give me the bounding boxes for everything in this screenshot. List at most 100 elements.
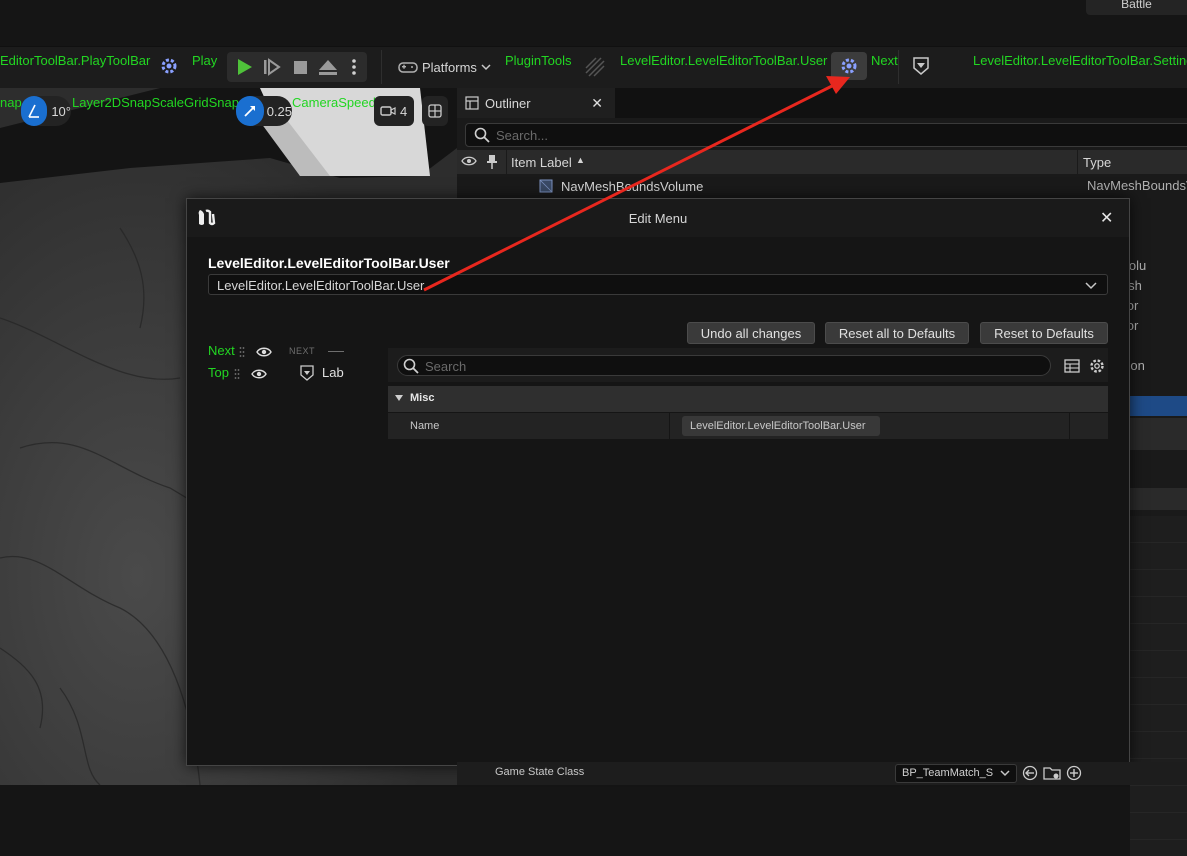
outliner-column-header: Item Label ▲ Type — [457, 150, 1187, 174]
undo-all-changes-button[interactable]: Undo all changes — [687, 322, 815, 344]
title-bar: Battle — [0, 0, 1187, 46]
navmesh-volume-icon — [539, 179, 553, 193]
toolbar-separator — [898, 50, 899, 84]
sort-ascending-icon: ▲ — [576, 155, 585, 165]
drag-grip-icon[interactable] — [234, 368, 240, 382]
tab-outliner[interactable]: Outliner ✕ — [457, 88, 615, 118]
use-selected-arrow-icon[interactable] — [1022, 765, 1038, 781]
visibility-eye-icon[interactable] — [256, 346, 272, 358]
reset-to-defaults-button[interactable]: Reset to Defaults — [980, 322, 1108, 344]
outliner-item-label: NavMeshBoundsVolume — [561, 179, 704, 194]
separator-line — [328, 351, 344, 352]
more-options-icon[interactable] — [347, 56, 361, 78]
platforms-gamepad-icon — [398, 58, 418, 76]
tab-battle-label: Battle — [1121, 0, 1152, 11]
dialog-title: Edit Menu — [628, 211, 688, 226]
camera-speed-button[interactable]: 4 — [374, 96, 414, 126]
plugin-tools-label: PluginTools — [505, 53, 572, 68]
settings-toolbar-label: LevelEditor.LevelEditorToolBar.Settings — [973, 53, 1187, 68]
dialog-title-bar: Edit Menu ✕ — [187, 199, 1129, 237]
snap-label: nap — [0, 95, 22, 110]
game-state-dropdown[interactable]: BP_TeamMatch_S — [895, 764, 1017, 783]
rotation-snap-angle-icon — [21, 96, 48, 126]
scale-snap-value: 0.25 — [266, 103, 292, 119]
next-label: Next — [871, 53, 898, 68]
advance-frame-icon[interactable] — [261, 56, 283, 78]
outliner-search-input[interactable]: Search... — [465, 123, 1187, 147]
reset-all-defaults-button[interactable]: Reset all to Defaults — [825, 322, 969, 344]
property-name-value[interactable]: LevelEditor.LevelEditorToolBar.User — [682, 416, 880, 436]
menu-select-dropdown[interactable]: LevelEditor.LevelEditorToolBar.User — [208, 274, 1108, 295]
chevron-down-icon — [1085, 280, 1097, 290]
col-item-label[interactable]: Item Label — [511, 155, 572, 170]
caret-down-icon — [394, 394, 404, 402]
details-header — [1130, 488, 1187, 510]
search-icon — [403, 358, 419, 374]
tree-entry-label: Lab — [322, 365, 344, 380]
details-search-placeholder: Search — [425, 359, 467, 374]
chevron-down-icon — [1000, 769, 1010, 777]
search-icon — [474, 127, 490, 143]
camera-speed-value: 4 — [400, 103, 408, 119]
details-search-bar: Search — [388, 348, 1108, 382]
outliner-item-type: NavMeshBoundsV — [1087, 178, 1187, 193]
scale-snap-arrow-icon — [236, 96, 264, 126]
pin-icon[interactable] — [486, 154, 498, 170]
edit-menu-dialog: Edit Menu ✕ LevelEditor.LevelEditorToolB… — [186, 198, 1130, 766]
stop-icon[interactable] — [289, 56, 311, 78]
property-name-label: Name — [410, 420, 440, 432]
platforms-button[interactable]: Platforms — [398, 56, 498, 78]
play-controls-group — [227, 52, 367, 82]
shield-icon — [299, 365, 315, 381]
user-toolbar-settings-gear-icon[interactable] — [831, 52, 867, 80]
drag-grip-icon[interactable] — [239, 346, 245, 360]
game-state-label: Game State Class — [495, 766, 585, 778]
viewport-layout-grid-icon[interactable] — [422, 96, 448, 126]
details-divider — [1130, 418, 1187, 450]
user-toolbar-label: LevelEditor.LevelEditorToolBar.User — [620, 53, 828, 68]
details-rows — [1130, 516, 1187, 856]
visibility-eye-icon[interactable] — [251, 368, 267, 380]
tree-section-next[interactable]: Next NEXT — [208, 342, 378, 362]
tree-section-label: Top — [208, 365, 229, 380]
toolbar-separator — [381, 50, 382, 84]
platforms-label: Platforms — [422, 59, 477, 75]
scale-snap-pill[interactable]: 0.25 — [236, 96, 292, 126]
rotation-snap-pill[interactable]: 10° — [21, 96, 71, 126]
category-label: Misc — [410, 392, 435, 404]
property-row-name: Name LevelEditor.LevelEditorToolBar.User — [388, 413, 1108, 439]
rotation-snap-value: 10° — [51, 103, 71, 119]
play-toolbar-settings-gear-icon[interactable] — [154, 53, 184, 79]
play-toolbar-label: EditorToolBar.PlayToolBar — [0, 53, 151, 68]
drag-handle-icon[interactable] — [584, 56, 606, 78]
camera-icon — [380, 104, 396, 118]
undo-all-label: Undo all changes — [700, 325, 802, 341]
chevron-down-icon — [481, 63, 491, 71]
game-state-value: BP_TeamMatch_S — [902, 767, 994, 779]
category-misc[interactable]: Misc — [388, 386, 1108, 412]
play-label: Play — [192, 53, 218, 68]
tree-section-top[interactable]: Top Lab — [208, 364, 378, 384]
outliner-tab-bar: Outliner ✕ — [457, 88, 1187, 118]
dialog-close-icon[interactable]: ✕ — [1100, 208, 1113, 228]
visibility-eye-icon[interactable] — [461, 154, 477, 168]
tab-battle[interactable]: Battle — [1086, 0, 1187, 15]
reset-all-label: Reset all to Defaults — [838, 325, 956, 341]
browse-folder-icon[interactable] — [1043, 765, 1061, 781]
table-view-icon[interactable] — [1064, 358, 1080, 374]
details-row-game-state: Game State Class BP_TeamMatch_S — [457, 762, 1187, 785]
close-icon[interactable]: ✕ — [591, 95, 603, 112]
eject-icon[interactable] — [317, 56, 339, 78]
add-plus-icon[interactable] — [1066, 765, 1082, 781]
details-search-input[interactable]: Search — [397, 355, 1051, 376]
settings-gear-icon[interactable] — [1088, 357, 1106, 375]
download-shield-icon[interactable] — [906, 53, 936, 79]
menu-name-heading: LevelEditor.LevelEditorToolBar.User — [208, 255, 450, 271]
outliner-tab-label: Outliner — [485, 95, 531, 111]
col-type[interactable]: Type — [1083, 155, 1111, 170]
layer-snap-label: Layer2DSnapScaleGridSnap — [72, 95, 239, 110]
outliner-row[interactable]: NavMeshBoundsVolume NavMeshBoundsV — [457, 176, 1187, 196]
outliner-search-placeholder: Search... — [496, 127, 549, 143]
play-icon[interactable] — [233, 56, 255, 78]
tree-section-label: Next — [208, 343, 235, 358]
